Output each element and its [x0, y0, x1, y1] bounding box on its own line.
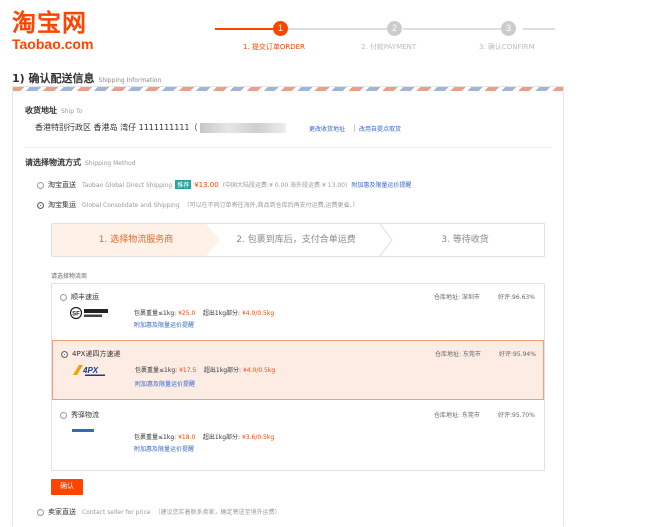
- option-name: 淘宝集运: [48, 201, 76, 209]
- svg-text:SF: SF: [72, 311, 80, 317]
- step-1-label: 1. 提交订单ORDER: [243, 43, 305, 51]
- weight-label: 包裹重量≤1kg:: [134, 310, 177, 317]
- warehouse-address: 仓库地址: 深圳市: [434, 294, 480, 301]
- svg-text:4PX: 4PX: [82, 366, 99, 375]
- provider-xiuyi[interactable]: 秀驿物流 仓库地址: 东莞市 好评:95.70% 包裹重量≤1kg: ¥18.0…: [52, 402, 544, 462]
- extra-label: 超出1kg部分:: [202, 434, 241, 441]
- rating: 好评:95.94%: [499, 351, 536, 358]
- step-1-indicator: 1: [273, 21, 288, 36]
- provider-name-text: 秀驿物流: [71, 411, 99, 419]
- weight-price: ¥18.0: [178, 434, 196, 441]
- confirm-button[interactable]: 确认: [51, 479, 83, 495]
- price-info: 包裹重量≤1kg: ¥17.5 超出1kg部分: ¥4.0/0.5kg: [135, 365, 275, 374]
- warehouse-address: 仓库地址: 东莞市: [434, 412, 480, 419]
- pickup-point-link[interactable]: 改用自提点取货: [359, 124, 401, 133]
- section-subtitle: Shipping Information: [98, 77, 162, 84]
- consolidate-progress: 1. 选择物流服务商 2. 包裹到库后，支付合单运费 3. 等待收货: [51, 223, 545, 257]
- provider-name: 4PX递四方速递: [61, 349, 120, 359]
- extra-label: 超出1kg部分:: [202, 310, 241, 317]
- radio-button[interactable]: [37, 181, 44, 189]
- section-title: 1) 确认配送信息 Shipping Information: [12, 70, 161, 86]
- option-note: （建议您实着联系卖家，确定寄送至境外运费）: [154, 509, 281, 516]
- radio-button[interactable]: [37, 508, 44, 516]
- rate-reminder-link[interactable]: 附加惠及限量运价提醒: [135, 379, 195, 388]
- redacted-contact: [199, 122, 286, 133]
- taobao-logo[interactable]: 淘宝网 Taobao.com: [12, 10, 93, 52]
- option-seller-direct[interactable]: 卖家直送 Contact seller for price （建议您实着联系卖家，确…: [37, 507, 281, 517]
- envelope-border: [13, 87, 563, 91]
- progress-step-3: 3. 等待收货: [441, 235, 489, 245]
- address-text: 香港特别行政区 香港岛 湾仔 1111111111（: [35, 123, 198, 132]
- choose-provider-label: 请选择物流商: [51, 273, 88, 280]
- rate-reminder-link[interactable]: 附加惠及限量运价提醒: [134, 444, 194, 453]
- option-name: 淘宝直送: [48, 181, 76, 189]
- extra-label: 超出1kg部分:: [203, 367, 242, 374]
- option-english: Contact seller for price: [82, 509, 151, 516]
- sf-express-logo-icon: SF: [70, 306, 108, 320]
- provider-name: 秀驿物流: [60, 410, 99, 420]
- change-address-link[interactable]: 更改收货地址: [309, 124, 345, 133]
- shipping-method-label: 请选择物流方式: [25, 158, 81, 167]
- progress-step-1: 1. 选择物流服务商: [52, 224, 220, 256]
- ship-to-label: 收货地址: [25, 106, 57, 115]
- radio-button-checked[interactable]: [61, 350, 68, 358]
- rating: 好评:95.70%: [498, 412, 535, 419]
- checkout-steps: 1 2 3 1. 提交订单ORDER 2. 付款PAYMENT 3. 确认CON…: [215, 20, 555, 60]
- step-line: [403, 28, 515, 30]
- option-english: Global Consolidate and Shipping: [82, 202, 180, 209]
- option-taobao-consolidate[interactable]: 淘宝集运 Global Consolidate and Shipping （可以在不…: [37, 200, 358, 210]
- price-info: 包裹重量≤1kg: ¥25.0 超出1kg部分: ¥4.0/0.5kg: [134, 308, 274, 317]
- shipping-card: 收货地址 Ship To 香港特别行政区 香港岛 湾仔 1111111111（ 更…: [12, 86, 564, 526]
- section-title-text: 1) 确认配送信息: [12, 72, 95, 85]
- provider-sf-express[interactable]: 顺丰速运 仓库地址: 深圳市 好评:96.63% SF 包裹重量≤1kg: ¥2…: [52, 284, 544, 340]
- radio-button[interactable]: [60, 293, 67, 301]
- warehouse-address: 仓库地址: 东莞市: [435, 351, 481, 358]
- rate-reminder-link[interactable]: 附加惠及限量运价提醒: [134, 320, 194, 329]
- provider-4px[interactable]: 4PX递四方速递 仓库地址: 东莞市 好评:95.94% 4PX 包裹重量≤1k…: [52, 340, 544, 400]
- radio-button-checked[interactable]: [37, 201, 44, 209]
- extra-price: ¥4.0/0.5kg: [241, 310, 275, 317]
- logo-english: Taobao.com: [12, 36, 94, 52]
- ship-to-title: 收货地址 Ship To: [25, 105, 82, 116]
- extra-price: ¥4.0/0.5kg: [242, 367, 276, 374]
- provider-list: 顺丰速运 仓库地址: 深圳市 好评:96.63% SF 包裹重量≤1kg: ¥2…: [51, 283, 545, 471]
- weight-price: ¥25.0: [178, 310, 196, 317]
- progress-step-2: 2. 包裹到库后，支付合单运费: [236, 235, 356, 245]
- divider: [25, 147, 551, 148]
- logo-chinese: 淘宝网: [12, 9, 87, 37]
- rating: 好评:96.63%: [498, 294, 535, 301]
- step-3-label: 3. 确认CONFIRM: [479, 43, 535, 51]
- provider-name-text: 顺丰速运: [71, 293, 99, 301]
- shipping-address: 香港特别行政区 香港岛 湾仔 1111111111（: [35, 122, 286, 133]
- price-info: 包裹重量≤1kg: ¥18.0 超出1kg部分: ¥3.6/0.5kg: [134, 432, 274, 441]
- option-taobao-direct[interactable]: 淘宝直送 Taobao Global Direct Shipping 推荐 ¥13.0…: [37, 180, 411, 190]
- provider-name: 顺丰速运: [60, 292, 99, 302]
- ship-to-subtitle: Ship To: [61, 108, 83, 115]
- shipping-method-title: 请选择物流方式 Shipping Method: [25, 157, 136, 168]
- option-english: Taobao Global Direct Shipping: [82, 182, 173, 189]
- extra-price: ¥3.6/0.5kg: [241, 434, 275, 441]
- recommended-badge: 推荐: [175, 180, 192, 189]
- step-2-indicator: 2: [387, 21, 402, 36]
- weight-label: 包裹重量≤1kg:: [134, 434, 177, 441]
- step-line-done: [215, 28, 273, 30]
- option-name: 卖家直送: [48, 508, 76, 516]
- provider-name-text: 4PX递四方速递: [72, 350, 121, 358]
- option-note: (中国大陆段运费:¥ 0.00 海外段运费:¥ 13.00): [222, 182, 348, 189]
- step-3-indicator: 3: [501, 21, 516, 36]
- weight-label: 包裹重量≤1kg:: [135, 367, 178, 374]
- 4px-logo-icon: 4PX: [73, 365, 105, 376]
- option-note: （可以在不同订单寄往海外,商品到仓库后再支付运费,运费更省。）: [183, 202, 359, 209]
- link-separator: [354, 124, 355, 132]
- option-price: ¥13.00: [194, 181, 219, 189]
- xiuyi-logo-icon: [72, 429, 94, 432]
- radio-button[interactable]: [60, 411, 67, 419]
- shipping-method-subtitle: Shipping Method: [85, 160, 136, 167]
- weight-price: ¥17.5: [179, 367, 197, 374]
- step-line: [281, 28, 393, 30]
- step-line: [523, 28, 555, 30]
- rate-reminder-link[interactable]: 附加惠及限量运价提醒: [351, 182, 411, 189]
- step-2-label: 2. 付款PAYMENT: [361, 43, 417, 51]
